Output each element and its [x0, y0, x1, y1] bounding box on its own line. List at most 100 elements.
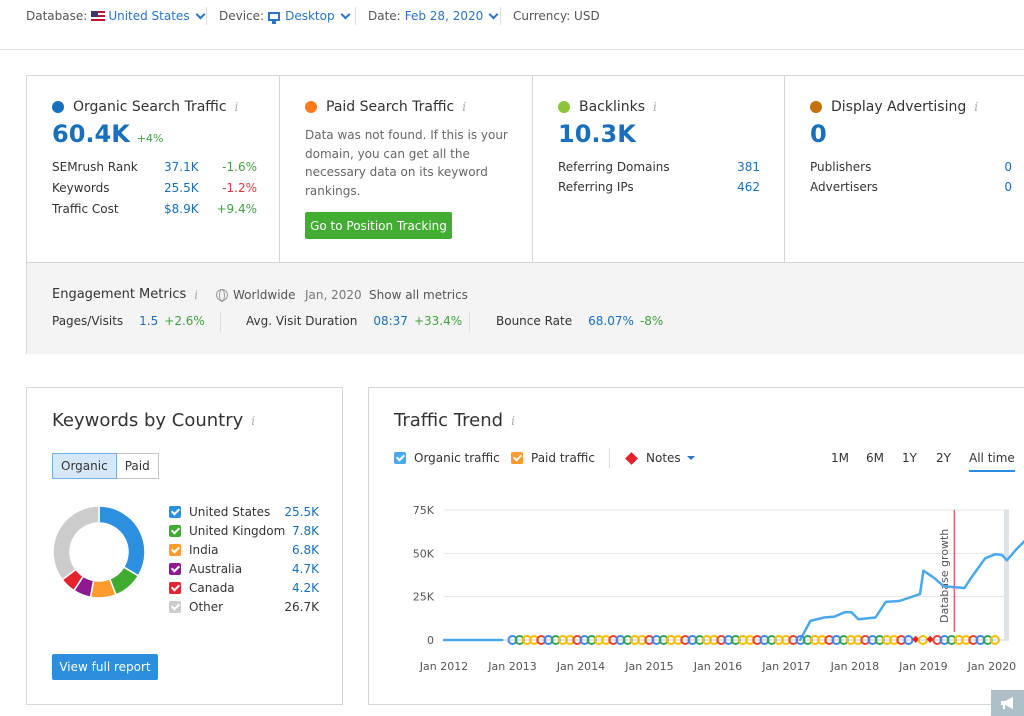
device-value: Desktop	[285, 9, 335, 23]
display-dot-icon	[810, 101, 822, 113]
backlinks-dot-icon	[558, 101, 570, 113]
info-icon[interactable]: i	[974, 100, 978, 114]
paid-title[interactable]: Paid Search Traffic	[326, 99, 454, 115]
legend-item[interactable]: Other 26.7K	[169, 600, 319, 614]
legend-value[interactable]: 25.5K	[284, 505, 319, 519]
info-icon[interactable]: i	[235, 100, 239, 114]
checkbox-checked-icon[interactable]	[511, 452, 523, 464]
publishers-row: Publishers 0	[810, 160, 1012, 174]
tab-organic[interactable]: Organic	[52, 453, 117, 479]
row-value[interactable]: 37.1K	[164, 160, 199, 174]
display-title[interactable]: Display Advertising	[831, 99, 966, 115]
row-label: Referring Domains	[558, 160, 670, 174]
x-tick-label: Jan 2018	[830, 660, 879, 673]
legend-item[interactable]: United Kingdom 7.8K	[169, 524, 319, 538]
range-1m[interactable]: 1M	[831, 451, 849, 465]
legend-item[interactable]: Australia 4.7K	[169, 562, 319, 576]
checkbox-checked-icon[interactable]	[169, 506, 181, 518]
row-label: Publishers	[810, 160, 872, 174]
organic-paid-toggle: Organic Paid	[52, 453, 159, 479]
legend-item[interactable]: United States 25.5K	[169, 505, 319, 519]
checkbox-checked-icon[interactable]	[169, 525, 181, 537]
organic-traffic-value[interactable]: 60.4K	[52, 120, 130, 148]
row-label: Referring IPs	[558, 180, 634, 194]
row-value[interactable]: 0	[1004, 180, 1012, 194]
legend-item[interactable]: India 6.8K	[169, 543, 319, 557]
x-tick-label: Jan 2020	[967, 660, 1016, 673]
checkbox-checked-icon[interactable]	[169, 601, 181, 613]
info-icon[interactable]: i	[251, 414, 255, 428]
divider	[355, 7, 356, 25]
keywords-donut-chart	[52, 505, 146, 599]
range-1y[interactable]: 1Y	[902, 451, 917, 465]
info-icon[interactable]: i	[194, 288, 198, 302]
display-value[interactable]: 0	[810, 120, 827, 148]
organic-traffic-toggle[interactable]: Organic traffic	[394, 451, 500, 465]
x-tick-label: Jan 2015	[624, 660, 673, 673]
organic-title[interactable]: Organic Search Traffic	[73, 99, 227, 115]
chevron-down-icon	[195, 9, 206, 19]
row-label: Traffic Cost	[52, 202, 119, 216]
info-icon[interactable]: i	[511, 414, 515, 428]
range-6m[interactable]: 6M	[866, 451, 884, 465]
go-to-position-tracking-button[interactable]: Go to Position Tracking	[305, 212, 452, 239]
row-value[interactable]: 381	[737, 160, 760, 174]
info-icon[interactable]: i	[653, 100, 657, 114]
us-flag-icon	[91, 11, 106, 21]
checkbox-checked-icon[interactable]	[169, 544, 181, 556]
info-icon[interactable]: i	[462, 100, 466, 114]
legend-value[interactable]: 4.2K	[292, 581, 319, 595]
row-value[interactable]: 25.5K	[164, 181, 199, 195]
row-value[interactable]: 0	[1004, 160, 1012, 174]
legend-item[interactable]: Canada 4.2K	[169, 581, 319, 595]
range-all-time[interactable]: All time	[969, 451, 1015, 472]
legend-value[interactable]: 6.8K	[292, 543, 319, 557]
paid-traffic-toggle[interactable]: Paid traffic	[511, 451, 595, 465]
row-value[interactable]: 462	[737, 180, 760, 194]
row-label: Keywords	[52, 181, 110, 195]
device-label: Device:	[219, 9, 265, 23]
backlinks-title[interactable]: Backlinks	[579, 99, 645, 115]
advertisers-row: Advertisers 0	[810, 180, 1012, 194]
legend-value: 26.7K	[284, 600, 319, 614]
region-label: Worldwide	[233, 288, 296, 302]
divider	[609, 448, 610, 468]
donut-slice-united-states[interactable]	[98, 505, 146, 577]
checkbox-checked-icon[interactable]	[394, 452, 406, 464]
current-period-band	[1004, 510, 1009, 640]
legend-label: United States	[189, 505, 271, 519]
row-value[interactable]: $8.9K	[164, 202, 199, 216]
donut-slice-other[interactable]	[52, 505, 100, 581]
show-all-metrics-link[interactable]: Show all metrics	[369, 288, 468, 302]
row-delta: -1.2%	[222, 181, 257, 195]
feedback-button[interactable]	[991, 690, 1024, 716]
tab-paid[interactable]: Paid	[116, 453, 159, 479]
backlinks-value[interactable]: 10.3K	[558, 120, 636, 148]
referring-domains-row: Referring Domains 381	[558, 160, 760, 174]
annotation-label: Database growth	[938, 529, 951, 623]
metric-label: Avg. Visit Duration	[246, 314, 358, 328]
organic-traffic-line[interactable]	[798, 535, 1024, 642]
legend-value[interactable]: 4.7K	[292, 562, 319, 576]
divider	[469, 312, 470, 332]
database-value: United States	[108, 9, 190, 23]
legend-label: Paid traffic	[531, 451, 596, 465]
metric-value: 68.07%	[588, 314, 634, 328]
device-filter[interactable]: Device: Desktop	[219, 9, 351, 24]
range-2y[interactable]: 2Y	[936, 451, 951, 465]
view-full-report-button[interactable]: View full report	[52, 654, 158, 680]
metric-value: 08:37	[373, 314, 408, 328]
metric-delta: +33.4%	[413, 314, 463, 328]
date-filter[interactable]: Date: Feb 28, 2020	[368, 9, 499, 23]
notes-label: Notes	[646, 451, 681, 465]
notes-dropdown[interactable]: Notes	[625, 451, 695, 465]
row-delta: +9.4%	[216, 202, 257, 216]
legend-label: Australia	[189, 562, 243, 576]
legend-value[interactable]: 7.8K	[292, 524, 319, 538]
checkbox-checked-icon[interactable]	[169, 563, 181, 575]
bounce-rate-metric: Bounce Rate 68.07% -8%	[496, 314, 663, 328]
checkbox-checked-icon[interactable]	[169, 582, 181, 594]
database-filter[interactable]: Database: United States	[26, 9, 206, 23]
filter-bar: Database: United States Device: Desktop …	[0, 0, 1024, 50]
x-tick-label: Jan 2017	[761, 660, 810, 673]
